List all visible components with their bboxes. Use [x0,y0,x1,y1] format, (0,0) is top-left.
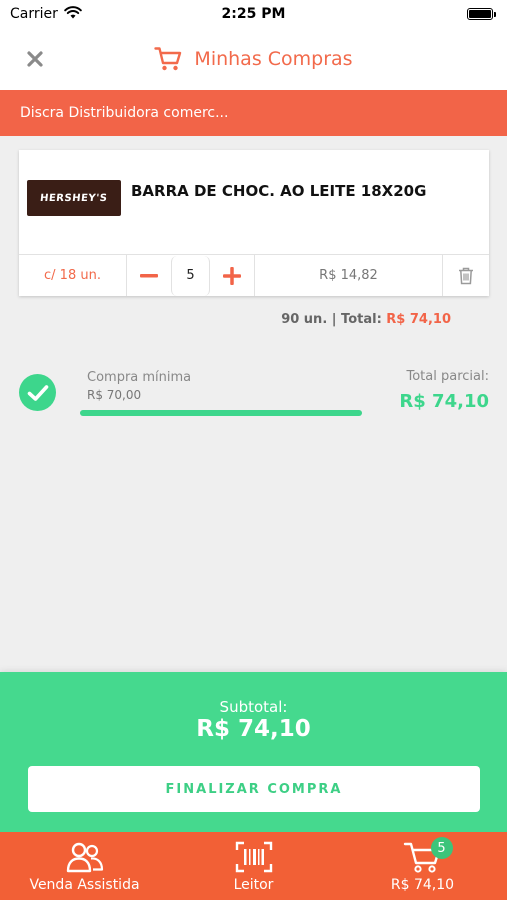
plus-icon [223,266,242,285]
carrier-label: Carrier [10,6,58,22]
distributor-name: Discra Distribuidora comerc... [20,105,229,121]
tab-leitor[interactable]: Leitor [169,832,338,900]
tab-bar: Venda Assistida Leitor 5 R$ 74,10 [0,832,507,900]
tab-label: Leitor [233,877,274,893]
unit-price: R$ 14,82 [255,255,443,296]
cart-icon: 5 [403,837,453,875]
item-units-total: 90 un. | Total: [281,312,387,327]
page-title: Minhas Compras [194,48,353,70]
subtotal-value: R$ 74,10 [196,716,311,742]
check-icon [19,374,56,411]
partial-total-value: R$ 74,10 [399,391,489,412]
minus-icon [139,273,158,277]
trash-icon [459,267,473,284]
close-button[interactable] [22,46,48,72]
minimum-purchase-label: Compra mínima [87,370,192,385]
minimum-progress-bar [80,410,362,416]
users-icon [65,839,105,875]
tab-label: Venda Assistida [29,877,140,893]
tab-label: R$ 74,10 [390,877,455,893]
cart-item-info: HERSHEY'S BARRA DE CHOC. AO LEITE 18X20G [19,150,489,254]
item-total-line: 90 un. | Total: R$ 74,10 [281,312,451,327]
decrease-quantity-button[interactable] [127,255,171,296]
finalize-purchase-button[interactable]: FINALIZAR COMPRA [28,766,480,812]
minimum-purchase-value: R$ 70,00 [87,388,142,402]
status-bar: Carrier 2:25 PM [0,0,507,28]
header-title-group: Minhas Compras [154,46,353,72]
partial-total-label: Total parcial: [406,369,490,384]
wifi-icon [64,5,82,23]
cart-count-badge: 5 [430,837,453,859]
product-image: HERSHEY'S [27,180,121,216]
increase-quantity-button[interactable] [210,255,254,296]
product-image-brand: HERSHEY'S [39,192,109,204]
cart-item-card: HERSHEY'S BARRA DE CHOC. AO LEITE 18X20G… [19,150,489,296]
minimum-progress-fill [80,410,362,416]
distributor-banner[interactable]: Discra Distribuidora comerc... [0,90,507,136]
battery-icon [467,8,496,20]
cart-icon [154,47,182,71]
tab-cart[interactable]: 5 R$ 74,10 [338,832,507,900]
cart-item-controls: c/ 18 un. 5 R$ 14,82 [19,254,489,296]
quantity-input[interactable]: 5 [170,255,211,296]
status-left: Carrier [10,5,82,23]
minimum-purchase-section: Compra mínima R$ 70,00 Total parcial: R$… [0,364,507,424]
quantity-stepper: 5 [127,255,255,296]
header: Minhas Compras [0,28,507,90]
checkout-panel: Subtotal: R$ 74,10 FINALIZAR COMPRA [0,672,507,832]
remove-item-button[interactable] [443,255,489,296]
item-total-value: R$ 74,10 [386,312,451,327]
tab-venda-assistida[interactable]: Venda Assistida [0,832,169,900]
pack-size: c/ 18 un. [19,255,127,296]
subtotal-label: Subtotal: [219,698,288,716]
close-icon [27,51,43,67]
product-name: BARRA DE CHOC. AO LEITE 18X20G [131,182,427,200]
barcode-scanner-icon [235,839,273,875]
